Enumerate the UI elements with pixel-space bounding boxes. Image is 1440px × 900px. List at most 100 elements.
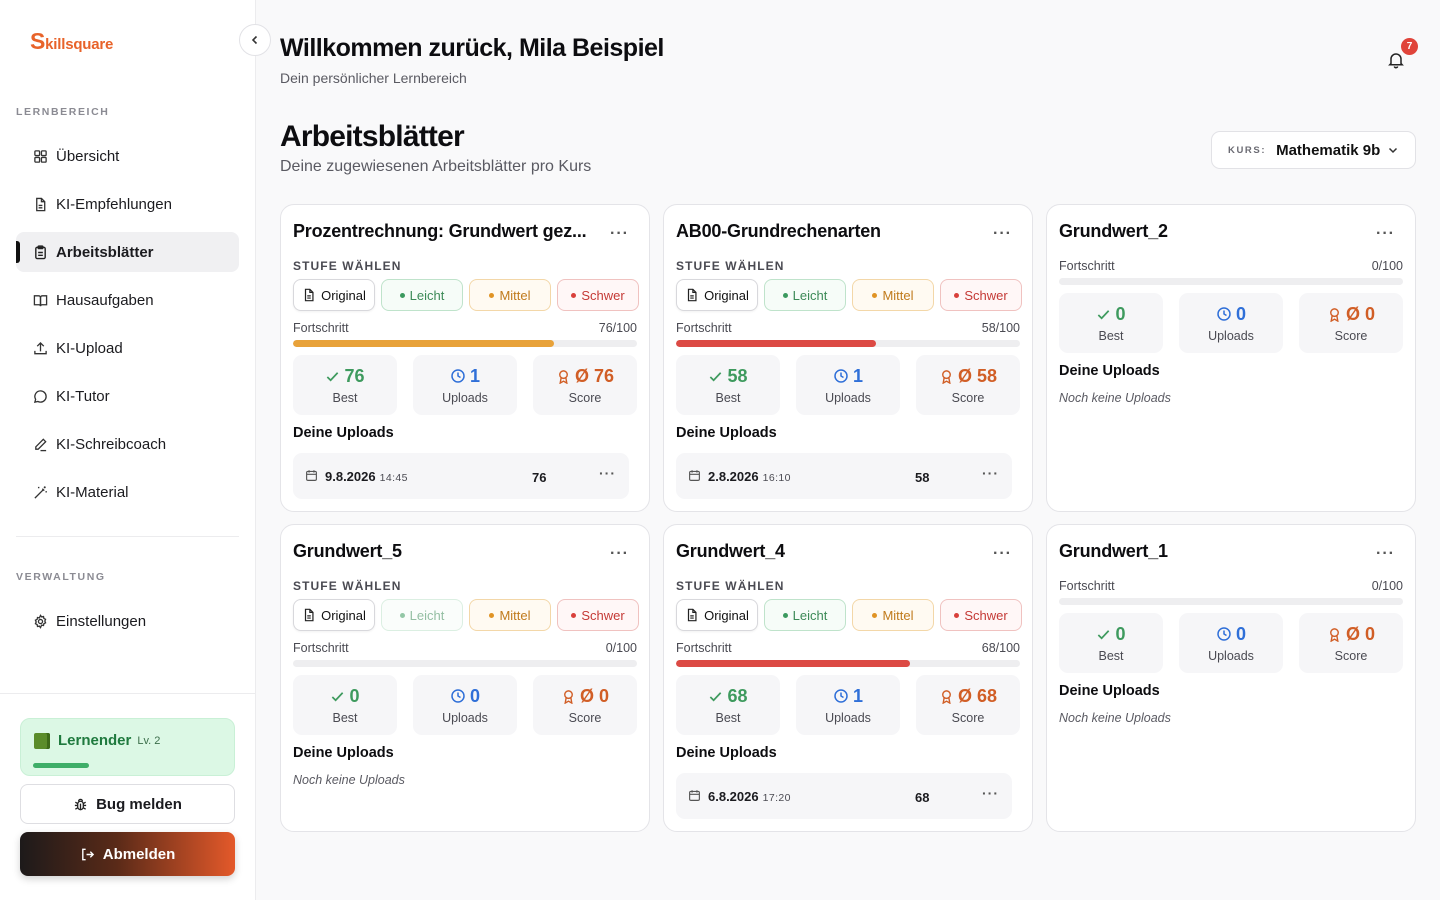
- level-medium-button[interactable]: Mittel: [469, 599, 551, 631]
- gear-icon: [32, 613, 48, 629]
- stat-caption: Score: [951, 390, 985, 405]
- level-easy-button[interactable]: Leicht: [381, 279, 463, 311]
- page-subtitle: Deine zugewiesenen Arbeitsblätter pro Ku…: [280, 158, 592, 175]
- section-label-learning: LERNBEREICH: [16, 106, 110, 118]
- upload-date: 2.8.2026: [708, 469, 759, 484]
- level-hard-button[interactable]: Schwer: [557, 599, 639, 631]
- sidebar-item-arbeitsblaetter[interactable]: Arbeitsblätter: [16, 232, 239, 272]
- upload-menu-button[interactable]: ···: [982, 465, 999, 481]
- clipboard-icon: [32, 244, 48, 260]
- level-label: Original: [704, 607, 749, 623]
- stat-value: 0: [469, 685, 480, 706]
- stat-value: 0: [1115, 303, 1126, 324]
- level-hard-button[interactable]: Schwer: [940, 599, 1022, 631]
- sidebar-collapse-button[interactable]: [239, 24, 271, 56]
- sidebar-item-einstellungen[interactable]: Einstellungen: [16, 601, 239, 641]
- level-original-button[interactable]: Original: [293, 599, 375, 631]
- uploads-heading: Deine Uploads: [1059, 363, 1160, 379]
- level-label: Original: [321, 607, 366, 623]
- worksheet-title: Grundwert_4: [676, 541, 785, 561]
- welcome-heading: Willkommen zurück, Mila Beispiel: [280, 34, 664, 62]
- progress-label: Fortschritt: [1059, 259, 1115, 273]
- user-role: Lernender: [58, 732, 132, 749]
- document-icon: [302, 288, 316, 302]
- stats-row: 0 Best 0 Uploads Ø 0 Score: [293, 675, 637, 735]
- clock-icon: [834, 369, 848, 383]
- card-menu-button[interactable]: ···: [610, 225, 629, 243]
- card-menu-button[interactable]: ···: [993, 545, 1012, 563]
- level-hard-button[interactable]: Schwer: [940, 279, 1022, 311]
- clock-icon: [1217, 307, 1231, 321]
- level-original-button[interactable]: Original: [676, 279, 758, 311]
- bell-icon: [1388, 53, 1404, 69]
- level-select-label: STUFE WÄHLEN: [676, 579, 785, 593]
- sidebar-item-label: Einstellungen: [56, 612, 147, 630]
- stat-value: Ø 0: [1345, 303, 1375, 324]
- level-label: Schwer: [964, 607, 1008, 623]
- no-uploads-text: Noch keine Uploads: [293, 773, 405, 787]
- upload-score: 58: [915, 470, 930, 485]
- no-uploads-text: Noch keine Uploads: [1059, 711, 1171, 725]
- bug-report-button[interactable]: Bug melden: [20, 784, 235, 824]
- upload-row[interactable]: 6.8.2026 17:20 68 ···: [676, 773, 1012, 819]
- level-original-button[interactable]: Original: [676, 599, 758, 631]
- document-icon: [302, 608, 316, 622]
- progress-value: 0/100: [605, 641, 637, 655]
- upload-menu-button[interactable]: ···: [982, 785, 999, 801]
- upload-menu-button[interactable]: ···: [599, 465, 616, 481]
- sidebar-item-label: KI-Empfehlungen: [56, 195, 172, 213]
- book-icon: [34, 732, 50, 749]
- status-dot: [954, 612, 960, 618]
- uploads-heading: Deine Uploads: [676, 425, 777, 441]
- level-easy-button[interactable]: Leicht: [764, 279, 846, 311]
- notification-button[interactable]: [1386, 50, 1406, 70]
- progress-label: Fortschritt: [676, 321, 732, 335]
- card-menu-button[interactable]: ···: [1376, 225, 1395, 243]
- clock-icon: [451, 369, 465, 383]
- sidebar-item-ki-empfehlungen[interactable]: KI-Empfehlungen: [16, 184, 239, 224]
- level-easy-button[interactable]: Leicht: [381, 599, 463, 631]
- upload-row[interactable]: 9.8.2026 14:45 76 ···: [293, 453, 629, 499]
- card-menu-button[interactable]: ···: [993, 225, 1012, 243]
- upload-date: 6.8.2026: [708, 789, 759, 804]
- sidebar-item-ki-material[interactable]: KI-Material: [16, 472, 239, 512]
- brand-logo[interactable]: Skillsquare: [30, 28, 113, 55]
- stat-score: Ø 68 Score: [916, 675, 1020, 735]
- wand-icon: [32, 484, 48, 500]
- document-icon: [685, 608, 699, 622]
- status-dot: [399, 612, 405, 618]
- course-select[interactable]: KURS: Mathematik 9b: [1211, 131, 1416, 169]
- calendar-icon: [305, 469, 318, 482]
- award-icon: [559, 369, 568, 384]
- card-menu-button[interactable]: ···: [610, 545, 629, 563]
- worksheet-card: Grundwert_2 ··· Fortschritt 0/100 0 Best …: [1046, 204, 1416, 512]
- logout-button[interactable]: Abmelden: [20, 832, 235, 876]
- stat-value: 0: [1235, 303, 1246, 324]
- sidebar-item-ki-schreibcoach[interactable]: KI-Schreibcoach: [16, 424, 239, 464]
- card-menu-button[interactable]: ···: [1376, 545, 1395, 563]
- progress-bar: [293, 660, 637, 667]
- sidebar-item-uebersicht[interactable]: Übersicht: [16, 136, 239, 176]
- sidebar-item-label: KI-Tutor: [56, 387, 110, 405]
- page-title: Arbeitsblätter: [280, 120, 465, 153]
- level-original-button[interactable]: Original: [293, 279, 375, 311]
- file-icon: [32, 196, 48, 212]
- level-easy-button[interactable]: Leicht: [764, 599, 846, 631]
- sidebar-item-ki-upload[interactable]: KI-Upload: [16, 328, 239, 368]
- progress-bar: [676, 660, 1020, 667]
- sidebar-item-label: Arbeitsblätter: [56, 243, 154, 261]
- level-medium-button[interactable]: Mittel: [469, 279, 551, 311]
- sidebar-item-hausaufgaben[interactable]: Hausaufgaben: [16, 280, 239, 320]
- level-medium-button[interactable]: Mittel: [852, 599, 934, 631]
- level-label: Leicht: [409, 607, 445, 623]
- upload-row[interactable]: 2.8.2026 16:10 58 ···: [676, 453, 1012, 499]
- status-dot: [571, 612, 577, 618]
- level-label: Original: [321, 287, 366, 303]
- stat-best: 0 Best: [1059, 613, 1163, 673]
- user-level-card[interactable]: Lernender Lv. 2: [20, 718, 235, 776]
- status-dot: [571, 292, 577, 298]
- level-hard-button[interactable]: Schwer: [557, 279, 639, 311]
- sidebar-item-ki-tutor[interactable]: KI-Tutor: [16, 376, 239, 416]
- level-selector: Original Leicht Mittel Schwer: [676, 599, 1022, 631]
- level-medium-button[interactable]: Mittel: [852, 279, 934, 311]
